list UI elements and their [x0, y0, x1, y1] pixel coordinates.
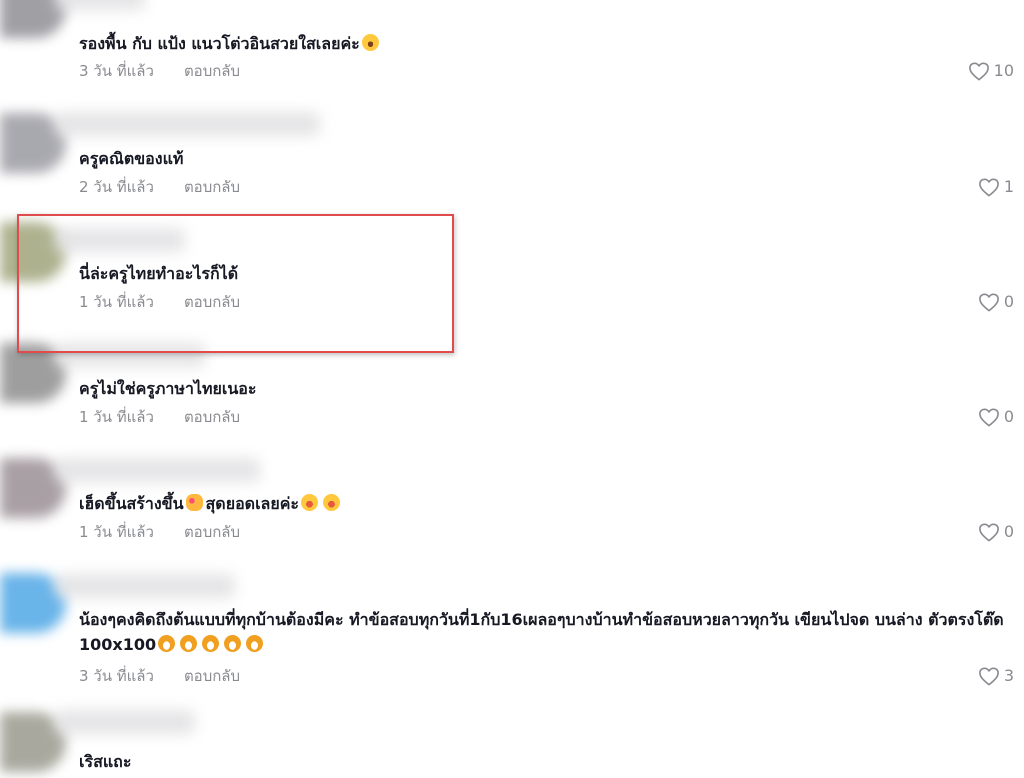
reply-button[interactable]: ตอบกลับ: [184, 522, 240, 542]
comment-text: ครูคณิตของแท้: [79, 149, 184, 168]
like-button[interactable]: 10: [968, 61, 1014, 81]
reply-button[interactable]: ตอบกลับ: [184, 407, 240, 427]
username-blurred[interactable]: [55, 112, 320, 136]
comment-time: 2 วัน ที่แล้ว: [79, 178, 154, 196]
laughing-emoji-icon: [301, 494, 319, 511]
like-count: 0: [1003, 522, 1014, 541]
grinning-emoji-icon: [180, 635, 198, 652]
reply-button[interactable]: ตอบกลับ: [184, 61, 240, 81]
heart-outline-icon: [978, 667, 999, 686]
comment-time: 3 วัน ที่แล้ว: [79, 667, 154, 685]
like-button[interactable]: 1: [978, 177, 1014, 197]
comment-meta: 3 วัน ที่แล้ว ตอบกลับ: [79, 61, 240, 81]
like-button[interactable]: 3: [978, 666, 1014, 686]
comment-meta: 1 วัน ที่แล้ว ตอบกลับ: [79, 522, 240, 542]
smiling-face-with-hearts-emoji-icon: [185, 494, 203, 511]
username-blurred[interactable]: [55, 458, 260, 482]
comment-time: 1 วัน ที่แล้ว: [79, 293, 154, 311]
reply-button[interactable]: ตอบกลับ: [184, 292, 240, 312]
grinning-emoji-icon: [202, 635, 220, 652]
comment-time: 3 วัน ที่แล้ว: [79, 62, 154, 80]
comment-text: เริสแถะ: [79, 752, 132, 771]
like-count: 0: [1003, 292, 1014, 311]
username-blurred[interactable]: [55, 0, 145, 10]
laughing-emoji-icon: [323, 494, 341, 511]
reply-button[interactable]: ตอบกลับ: [184, 177, 240, 197]
like-button[interactable]: 0: [978, 292, 1014, 312]
heart-outline-icon: [978, 408, 999, 427]
reply-button[interactable]: ตอบกลับ: [184, 666, 240, 686]
comment-meta: 3 วัน ที่แล้ว ตอบกลับ: [79, 666, 240, 686]
comment-text: เฮ็ดขึ้นสร้างขึ้น สุดยอดเลยค่ะ: [79, 491, 1012, 516]
sweat-smile-emoji-icon: [361, 34, 379, 51]
grinning-emoji-icon: [158, 635, 176, 652]
comment-meta: 1 วัน ที่แล้ว ตอบกลับ: [79, 292, 240, 312]
like-count: 3: [1003, 666, 1014, 685]
comment-meta: 1 วัน ที่แล้ว ตอบกลับ: [79, 407, 240, 427]
heart-outline-icon: [978, 178, 999, 197]
comment-time: 1 วัน ที่แล้ว: [79, 408, 154, 426]
like-count: 0: [1003, 407, 1014, 426]
username-blurred[interactable]: [55, 574, 235, 598]
like-button[interactable]: 0: [978, 522, 1014, 542]
grinning-emoji-icon: [246, 635, 264, 652]
username-blurred[interactable]: [55, 228, 185, 252]
grinning-emoji-icon: [224, 635, 242, 652]
heart-outline-icon: [978, 523, 999, 542]
heart-outline-icon: [968, 62, 989, 81]
comment-text: น้องๆคงคิดถึงต้นแบบที่ทุกบ้านต้องมีคะ ทำ…: [79, 610, 1004, 654]
comment-text: นี่ล่ะครูไทยทำอะไรก็ได้: [79, 264, 239, 283]
like-button[interactable]: 0: [978, 407, 1014, 427]
comment-meta: 2 วัน ที่แล้ว ตอบกลับ: [79, 177, 240, 197]
like-count: 1: [1003, 177, 1014, 196]
heart-outline-icon: [978, 293, 999, 312]
comment-time: 1 วัน ที่แล้ว: [79, 523, 154, 541]
like-count: 10: [993, 61, 1014, 80]
username-blurred[interactable]: [55, 710, 195, 734]
username-blurred[interactable]: [55, 343, 205, 367]
comment-text: ครูไม่ใช่ครูภาษาไทยเนอะ: [79, 379, 257, 398]
comment-text: รองพื้น กับ แป้ง แนวโต่วอินสวยใสเลยค่ะ: [79, 31, 1012, 56]
